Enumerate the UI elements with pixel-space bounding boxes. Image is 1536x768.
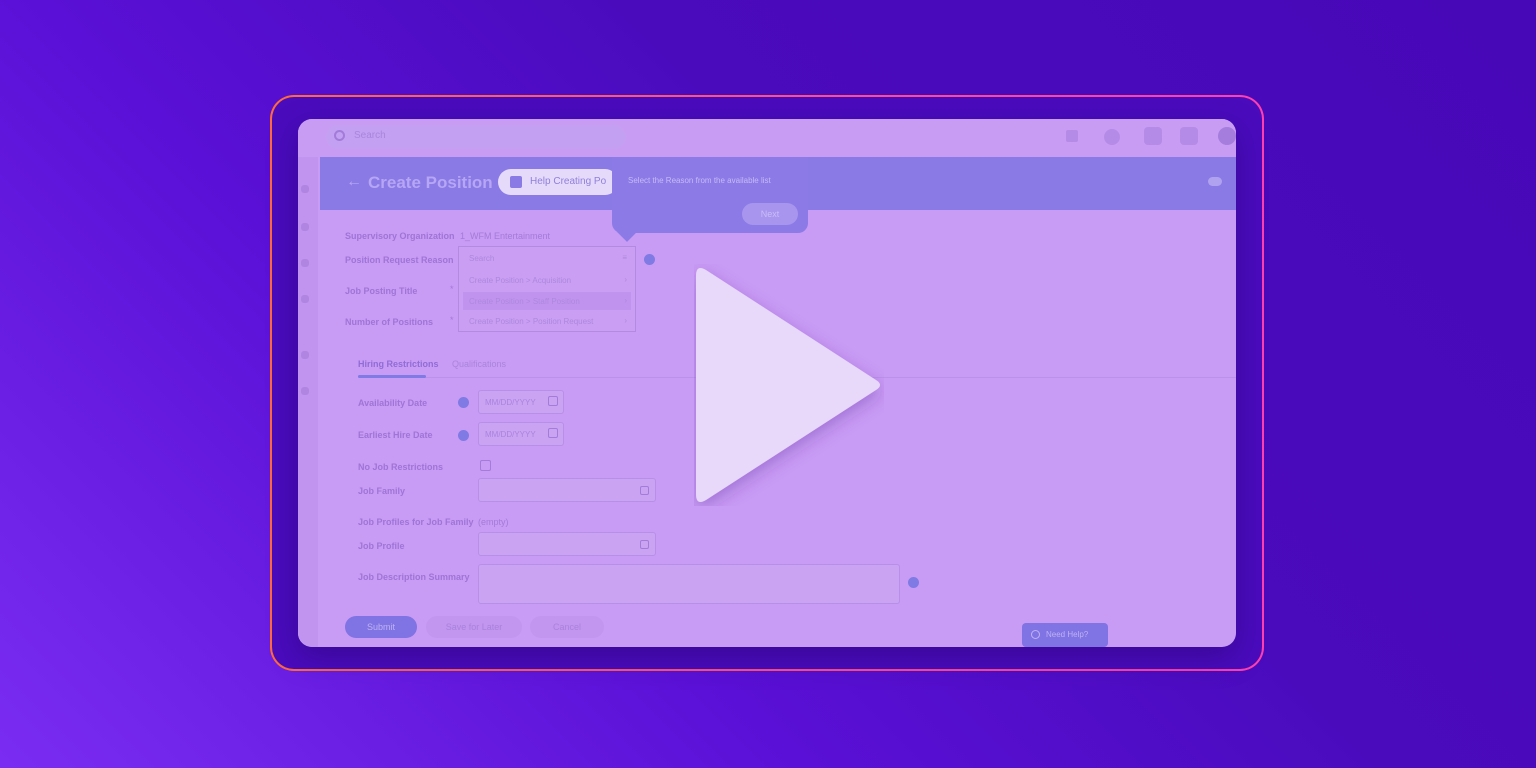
chat-icon[interactable]	[1104, 129, 1120, 145]
chevron-right-icon: ›	[624, 275, 627, 284]
earliest-hire-date-input[interactable]: MM/DD/YYYY	[478, 422, 564, 446]
save-for-later-button[interactable]: Save for Later	[426, 616, 522, 638]
back-arrow-icon[interactable]: ←	[346, 173, 362, 191]
job-description-label: Job Description Summary	[358, 572, 470, 582]
calendar-icon[interactable]	[548, 396, 558, 406]
help-icon	[1031, 630, 1040, 639]
earliest-hire-date-label: Earliest Hire Date	[358, 430, 433, 440]
rail-icon[interactable]	[301, 259, 309, 267]
supervisory-org-value: 1_WFM Entertainment	[460, 231, 551, 241]
search-placeholder: Search	[354, 130, 386, 141]
tab-hiring-restrictions[interactable]: Hiring Restrictions	[358, 359, 439, 369]
job-profiles-for-family-label: Job Profiles for Job Family	[358, 517, 474, 527]
no-job-restrictions-checkbox[interactable]	[480, 460, 491, 471]
no-job-restrictions-label: No Job Restrictions	[358, 462, 444, 472]
required-mark: *	[450, 315, 454, 325]
tab-qualifications[interactable]: Qualifications	[452, 359, 506, 369]
rail-icon[interactable]	[301, 351, 309, 359]
dropdown-option[interactable]: Create Position > Acquisition ›	[463, 271, 631, 289]
help-creating-position-button[interactable]: Help Creating Po	[498, 169, 618, 195]
calendar-icon[interactable]	[548, 428, 558, 438]
tooltip-next-button[interactable]: Next	[742, 203, 798, 225]
search-icon	[334, 130, 345, 141]
info-icon[interactable]	[644, 254, 655, 265]
option-label: Create Position > Position Request	[469, 317, 594, 326]
reason-dropdown[interactable]: Search ≡ Create Position > Acquisition › C…	[458, 246, 636, 332]
position-reason-label: Position Request Reason	[345, 255, 454, 265]
info-icon[interactable]	[908, 577, 919, 588]
active-tab-indicator	[358, 375, 426, 378]
rail-icon[interactable]	[301, 223, 309, 231]
cancel-button[interactable]: Cancel	[530, 616, 604, 638]
job-posting-title-label: Job Posting Title	[345, 286, 418, 296]
page-title: Create Position	[368, 173, 493, 192]
inbox-icon[interactable]	[1180, 127, 1198, 145]
info-icon[interactable]	[458, 397, 469, 408]
availability-date-input[interactable]: MM/DD/YYYY	[478, 390, 564, 414]
info-icon[interactable]	[458, 430, 469, 441]
play-icon[interactable]	[694, 264, 884, 506]
grid-icon[interactable]	[1066, 130, 1078, 142]
job-profiles-value: (empty)	[478, 517, 509, 527]
option-label: Create Position > Staff Position	[469, 297, 580, 306]
job-family-label: Job Family	[358, 486, 406, 496]
job-profile-input[interactable]	[478, 532, 656, 556]
job-family-input[interactable]	[478, 478, 656, 502]
job-description-textarea[interactable]	[478, 564, 900, 604]
cloud-icon[interactable]	[1208, 177, 1222, 186]
job-profile-label: Job Profile	[358, 541, 405, 551]
date-placeholder: MM/DD/YYYY	[485, 398, 536, 407]
dropdown-search-input[interactable]: Search ≡	[463, 249, 631, 267]
notifications-icon[interactable]	[1144, 127, 1162, 145]
need-help-button[interactable]: Need Help?	[1022, 623, 1108, 647]
flag-icon	[510, 176, 522, 188]
tooltip-next-label: Next	[760, 209, 780, 219]
date-placeholder: MM/DD/YYYY	[485, 430, 536, 439]
list-icon	[640, 486, 649, 495]
dropdown-search-placeholder: Search	[469, 254, 495, 263]
rail-icon[interactable]	[301, 295, 309, 303]
dropdown-option[interactable]: Create Position > Staff Position ›	[463, 292, 631, 310]
option-label: Create Position > Acquisition	[469, 276, 572, 285]
tooltip-text: Select the Reason from the available lis…	[628, 176, 771, 185]
submit-label: Submit	[366, 622, 395, 632]
avatar[interactable]	[1218, 127, 1236, 145]
guide-tooltip: Select the Reason from the available lis…	[612, 157, 808, 233]
number-of-positions-label: Number of Positions	[345, 317, 434, 327]
chevron-right-icon: ›	[624, 296, 627, 305]
submit-button[interactable]: Submit	[345, 616, 417, 638]
rail-icon[interactable]	[301, 387, 309, 395]
supervisory-org-label: Supervisory Organization	[345, 231, 455, 241]
availability-date-label: Availability Date	[358, 398, 428, 408]
help-button-label: Help Creating Po	[530, 176, 607, 187]
save-for-later-label: Save for Later	[445, 622, 503, 632]
list-icon: ≡	[622, 253, 627, 262]
list-icon	[640, 540, 649, 549]
dropdown-option[interactable]: Create Position > Position Request ›	[463, 312, 631, 330]
required-mark: *	[450, 284, 454, 294]
left-rail	[298, 157, 318, 647]
chevron-right-icon: ›	[624, 316, 627, 325]
rail-icon[interactable]	[301, 185, 309, 193]
cancel-label: Cancel	[552, 622, 581, 632]
need-help-label: Need Help?	[1046, 630, 1089, 639]
